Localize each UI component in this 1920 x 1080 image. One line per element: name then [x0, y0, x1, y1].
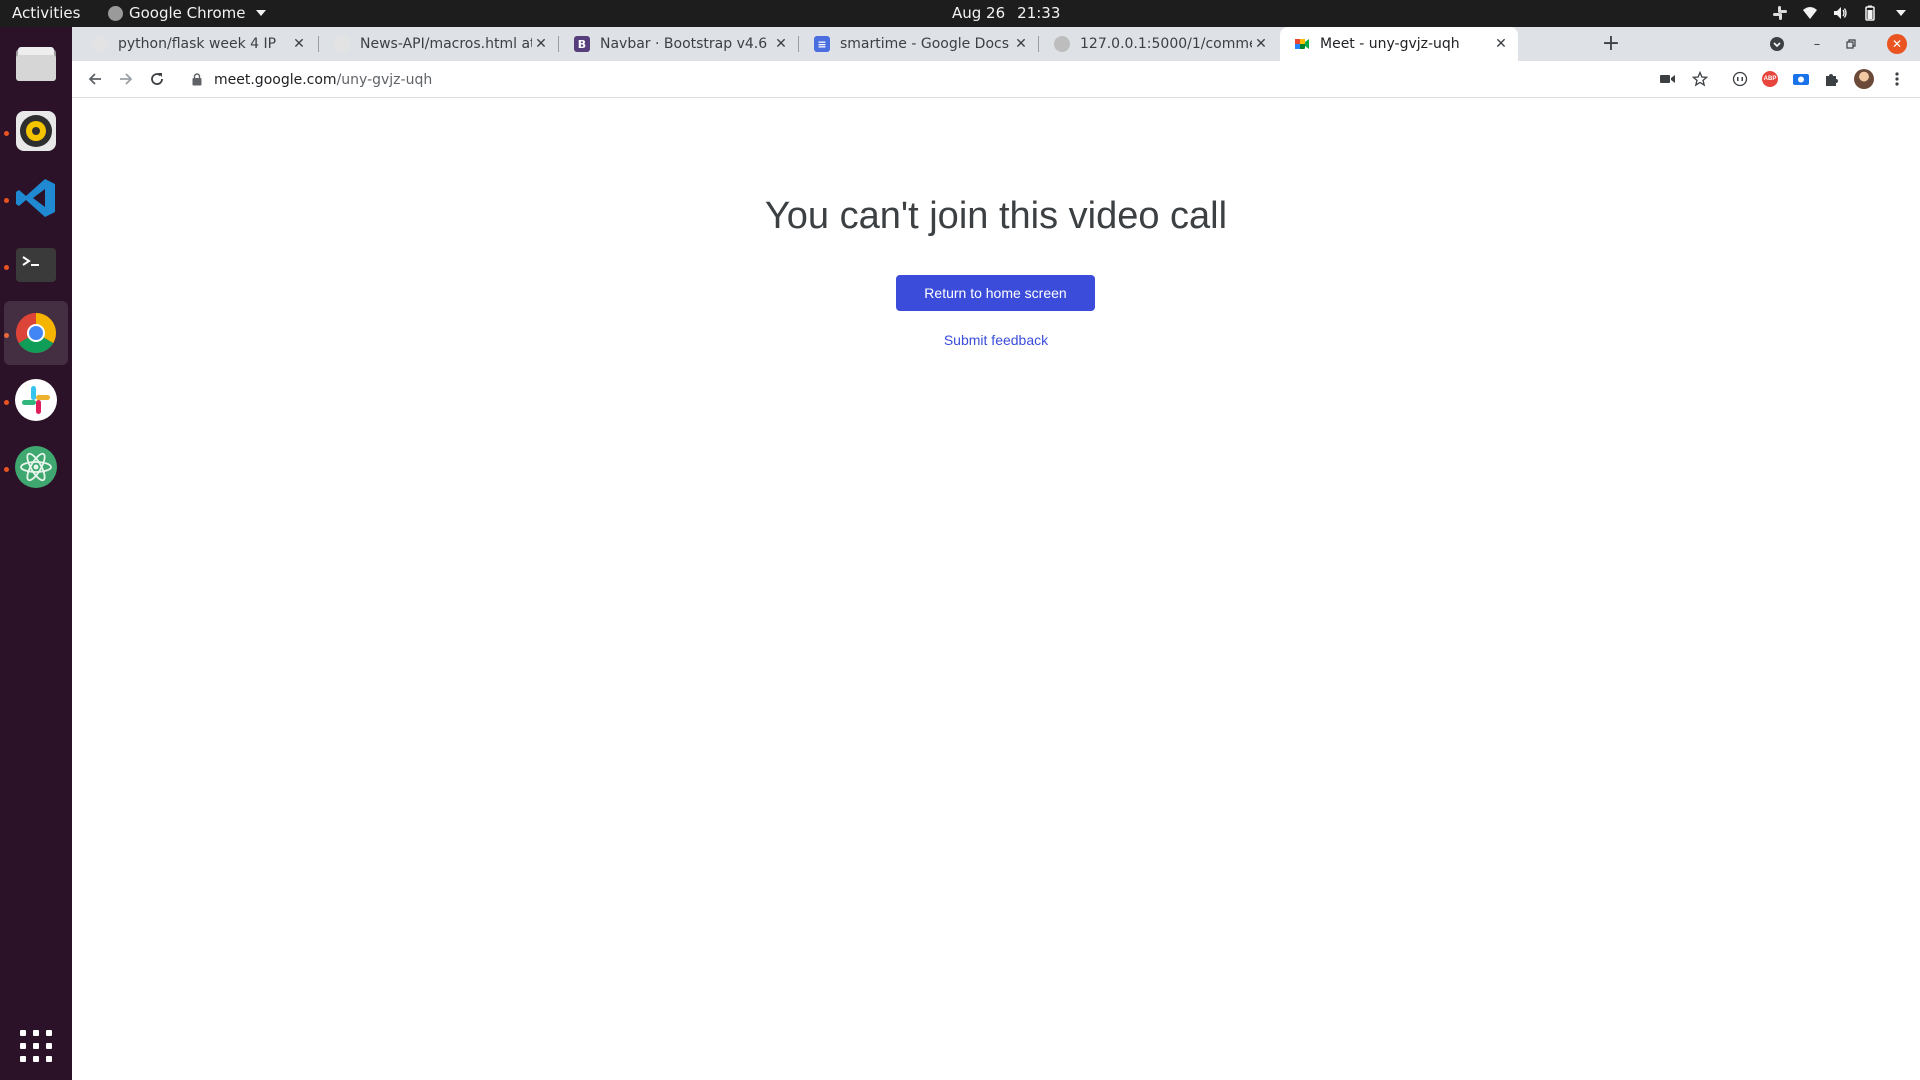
tab-strip: python/flask week 4 IP ✕ News-API/macros… — [72, 27, 1920, 61]
extension-button[interactable] — [1791, 69, 1811, 89]
slack-tray-icon[interactable] — [1772, 5, 1788, 21]
browser-toolbar: meet.google.com/uny-gvjz-uqh ABP — [72, 61, 1920, 98]
minimize-button[interactable]: – — [1806, 33, 1828, 55]
atom-icon — [15, 446, 57, 488]
dock-rhythmbox[interactable] — [4, 99, 68, 163]
tab-title: 127.0.0.1:5000/1/commen — [1080, 36, 1252, 52]
chrome-menu-button[interactable] — [1887, 69, 1907, 89]
app-menu[interactable]: Google Chrome — [108, 4, 266, 22]
files-icon — [16, 47, 56, 81]
tab-google-docs[interactable]: ≡ smartime - Google Docs ✕ — [800, 27, 1038, 61]
github-icon — [334, 36, 350, 52]
lock-icon[interactable] — [192, 73, 202, 86]
show-applications-icon[interactable] — [20, 1030, 52, 1062]
dock — [0, 27, 72, 1080]
new-tab-button[interactable]: + — [1598, 31, 1624, 57]
extension-circle-icon — [1732, 71, 1748, 87]
chevron-down-icon — [255, 10, 266, 16]
dock-vscode[interactable] — [4, 166, 68, 230]
github-icon — [92, 36, 108, 52]
app-menu-label: Google Chrome — [129, 4, 246, 22]
volume-icon[interactable] — [1832, 5, 1848, 21]
page-title: You can't join this video call — [764, 195, 1228, 237]
tab-python-flask[interactable]: python/flask week 4 IP ✕ — [78, 27, 316, 61]
dock-terminal[interactable] — [4, 233, 68, 297]
system-top-bar: Activities Google Chrome Aug 26 21:33 — [0, 0, 1920, 27]
more-vert-icon — [1895, 72, 1899, 86]
dock-slack[interactable] — [4, 368, 68, 432]
meet-icon — [1295, 39, 1309, 49]
meet-page: You can't join this video call Return to… — [72, 99, 1920, 1080]
avatar — [1854, 69, 1874, 89]
tab-title: smartime - Google Docs — [840, 36, 1010, 52]
forward-button[interactable] — [115, 68, 137, 90]
close-icon[interactable]: ✕ — [532, 36, 550, 52]
vscode-icon — [16, 179, 55, 217]
tab-news-api[interactable]: News-API/macros.html at ✕ — [320, 27, 558, 61]
tab-separator — [318, 36, 319, 52]
submit-feedback-link[interactable]: Submit feedback — [72, 332, 1920, 348]
tab-localhost[interactable]: 127.0.0.1:5000/1/commen ✕ — [1040, 27, 1278, 61]
tab-meet[interactable]: Meet - uny-gvjz-uqh ✕ — [1280, 27, 1518, 61]
tab-search-icon — [1770, 37, 1784, 51]
video-camera-icon — [1660, 75, 1675, 83]
bookmark-button[interactable] — [1690, 69, 1710, 89]
back-button[interactable] — [84, 68, 106, 90]
tab-separator — [558, 36, 559, 52]
wifi-icon[interactable] — [1802, 5, 1818, 21]
tab-search-button[interactable] — [1766, 33, 1788, 55]
extensions-button[interactable] — [1822, 69, 1842, 89]
close-icon[interactable]: ✕ — [772, 36, 790, 52]
clock-date: Aug 26 — [952, 4, 1006, 22]
reload-button[interactable] — [146, 68, 168, 90]
tab-title: News-API/macros.html at — [360, 36, 532, 52]
tab-title: python/flask week 4 IP — [118, 36, 277, 52]
dock-files[interactable] — [4, 31, 68, 95]
star-icon — [1692, 71, 1708, 87]
extension-badge-icon — [1793, 74, 1809, 85]
dock-chrome[interactable] — [4, 301, 68, 365]
bootstrap-icon: B — [574, 36, 590, 52]
restore-icon — [1846, 39, 1856, 49]
rhythmbox-icon — [16, 111, 56, 151]
tab-title: Meet - uny-gvjz-uqh — [1320, 36, 1460, 52]
terminal-icon — [16, 248, 56, 282]
arrow-right-icon — [120, 73, 133, 85]
url-path: /uny-gvjz-uqh — [336, 71, 433, 88]
tab-separator — [798, 36, 799, 52]
system-tray[interactable] — [1772, 5, 1906, 21]
close-window-button[interactable]: ✕ — [1887, 34, 1907, 54]
slack-icon — [15, 379, 57, 421]
camera-in-use-button[interactable] — [1658, 69, 1678, 89]
close-icon[interactable]: ✕ — [290, 36, 308, 52]
battery-icon[interactable] — [1862, 5, 1878, 21]
reload-icon — [151, 73, 163, 85]
system-menu-chevron-icon[interactable] — [1896, 10, 1906, 16]
chrome-icon — [16, 313, 56, 353]
close-icon[interactable]: ✕ — [1492, 36, 1510, 52]
docs-icon: ≡ — [814, 36, 830, 52]
close-icon[interactable]: ✕ — [1252, 36, 1270, 52]
extension-button[interactable] — [1730, 69, 1750, 89]
adblock-plus-button[interactable]: ABP — [1760, 69, 1780, 89]
adblock-plus-icon: ABP — [1762, 71, 1778, 87]
puzzle-icon — [1826, 74, 1838, 86]
arrow-left-icon — [88, 73, 101, 85]
clock-time: 21:33 — [1017, 4, 1061, 22]
url-host: meet.google.com — [214, 71, 337, 88]
profile-button[interactable] — [1854, 69, 1874, 89]
tab-title: Navbar · Bootstrap v4.6 — [600, 36, 768, 52]
clock[interactable]: Aug 26 21:33 — [952, 4, 1060, 22]
dock-atom[interactable] — [4, 435, 68, 499]
restore-button[interactable] — [1840, 33, 1862, 55]
tab-bootstrap-navbar[interactable]: B Navbar · Bootstrap v4.6 ✕ — [560, 27, 798, 61]
chrome-small-icon — [108, 5, 123, 21]
address-bar[interactable]: meet.google.com/uny-gvjz-uqh — [184, 65, 1704, 94]
globe-icon — [1054, 36, 1070, 52]
tab-separator — [1038, 36, 1039, 52]
close-icon[interactable]: ✕ — [1012, 36, 1030, 52]
return-home-button[interactable]: Return to home screen — [896, 275, 1095, 311]
activities-button[interactable]: Activities — [12, 4, 80, 22]
